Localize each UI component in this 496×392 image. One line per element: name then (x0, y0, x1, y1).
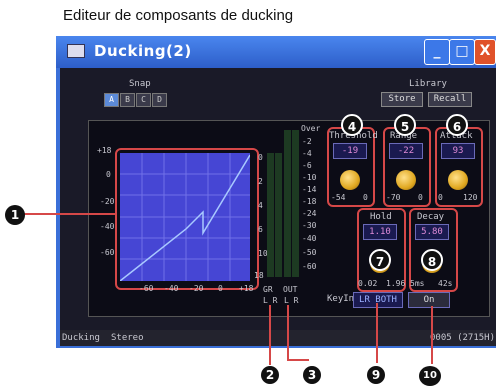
meter-scale-tick: -14 (302, 185, 317, 194)
hold-min: 0.02 (358, 279, 378, 288)
callout-badge: 7 (369, 249, 391, 271)
threshold-max: 0 (363, 193, 368, 202)
decay-value[interactable]: 5.80 (415, 224, 449, 240)
recall-button[interactable]: Recall (428, 92, 472, 107)
decay-min: 5ms (410, 279, 425, 288)
meter-scale-tick: -4 (302, 149, 312, 158)
callout-badge: 10 (419, 366, 441, 386)
snap-button-b[interactable]: B (120, 93, 135, 107)
hold-max: 1.96 (386, 279, 406, 288)
gr-scale-tick: 0 (258, 153, 263, 162)
close-button[interactable]: X (474, 39, 496, 65)
meter-over-label: Over (301, 124, 321, 133)
attack-min: 0 (438, 193, 443, 202)
meter-scale-tick: -40 (302, 234, 317, 243)
gr-meter-right (275, 153, 282, 277)
x-tick: -40 (164, 284, 179, 293)
callout-3-line (287, 359, 309, 361)
meter-scale-tick: -24 (302, 209, 317, 218)
library-label: Library (409, 79, 447, 89)
figure-caption: Editeur de composants de ducking (63, 7, 294, 24)
x-tick: -60 (139, 284, 154, 293)
out-meter-right (292, 130, 299, 277)
range-max: 0 (418, 193, 423, 202)
threshold-value[interactable]: -19 (333, 143, 367, 159)
keyin-label: KeyIn (327, 294, 355, 304)
x-tick: -20 (189, 284, 204, 293)
threshold-knob[interactable] (340, 170, 360, 190)
snap-button-a[interactable]: A (104, 93, 119, 107)
y-tick: -20 (100, 197, 115, 206)
meter-scale-tick: -10 (302, 173, 317, 182)
ducking-curve-graph[interactable] (120, 153, 250, 281)
callout-badge: 4 (341, 114, 363, 136)
gr-scale-tick: 2 (258, 177, 263, 186)
decay-max: 42s (438, 279, 453, 288)
snap-button-d[interactable]: D (152, 93, 167, 107)
threshold-min: -54 (331, 193, 346, 202)
attack-max: 120 (463, 193, 478, 202)
status-component: Ducking (62, 333, 100, 343)
gr-scale-tick: 6 (258, 225, 263, 234)
hold-value[interactable]: 1.10 (363, 224, 397, 240)
meter-scale-tick: -2 (302, 137, 312, 146)
callout-badge: 9 (367, 366, 385, 384)
hold-label: Hold (370, 212, 392, 222)
x-tick: +18 (239, 284, 254, 293)
gr-label: GR (263, 285, 273, 294)
callout-badge: 2 (261, 366, 279, 384)
callout-badge: 3 (303, 366, 321, 384)
callout-badge: 6 (446, 114, 468, 136)
range-min: -70 (386, 193, 401, 202)
gr-scale-tick: 4 (258, 201, 263, 210)
app-icon (67, 44, 85, 58)
out-lr-label: L R (284, 296, 299, 305)
out-meter-left (284, 130, 291, 277)
store-button[interactable]: Store (381, 92, 423, 107)
meter-scale-tick: -6 (302, 161, 312, 170)
status-mode: Stereo (111, 333, 144, 343)
y-tick: -40 (100, 222, 115, 231)
callout-badge: 5 (394, 114, 416, 136)
attack-value[interactable]: 93 (441, 143, 475, 159)
snap-label: Snap (129, 79, 151, 89)
callout-badge: 8 (421, 249, 443, 271)
gr-lr-label: L R (263, 296, 278, 305)
decay-label: Decay (417, 212, 445, 222)
keyin-selector[interactable]: LR BOTH (353, 292, 403, 308)
y-tick: -60 (100, 248, 115, 257)
out-label: OUT (283, 285, 298, 294)
meter-scale-tick: -18 (302, 197, 317, 206)
on-button[interactable]: On (408, 292, 450, 308)
gr-meter-left (267, 153, 274, 277)
snap-button-c[interactable]: C (136, 93, 151, 107)
callout-2-line (269, 305, 271, 365)
meter-scale-tick: -60 (302, 262, 317, 271)
callout-1-line (24, 213, 116, 215)
meter-scale-tick: -50 (302, 248, 317, 257)
minimize-button[interactable]: _ (424, 39, 450, 65)
meter-scale-tick: -30 (302, 221, 317, 230)
y-tick: +18 (97, 146, 112, 155)
callout-3-line (287, 305, 289, 361)
range-value[interactable]: -22 (389, 143, 423, 159)
gr-scale-tick: 18 (254, 271, 264, 280)
range-knob[interactable] (396, 170, 416, 190)
status-id: 0005 (2715H) (430, 333, 496, 343)
maximize-button[interactable]: □ (449, 39, 475, 65)
callout-9-line (376, 303, 378, 363)
callout-10-line (431, 306, 433, 364)
callout-badge: 1 (5, 205, 25, 225)
attack-knob[interactable] (448, 170, 468, 190)
x-tick: 0 (218, 284, 223, 293)
window-title: Ducking(2) (94, 42, 192, 60)
y-tick: 0 (106, 170, 111, 179)
